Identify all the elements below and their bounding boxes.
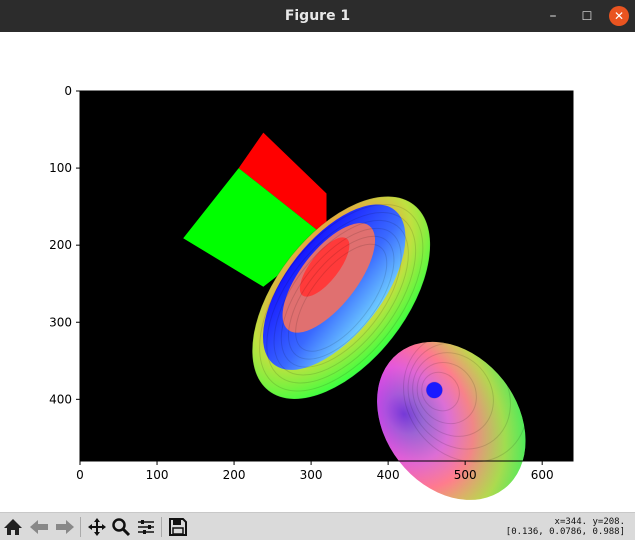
x-tick-label: 0: [76, 468, 84, 482]
coords-xy: x=344. y=208.: [554, 517, 625, 527]
y-tick-label: 200: [49, 238, 72, 252]
x-tick-label: 100: [146, 468, 169, 482]
pan-button[interactable]: [86, 516, 108, 538]
forward-button[interactable]: [54, 516, 76, 538]
maximize-button[interactable]: ☐: [577, 6, 597, 26]
x-tick-label: 400: [377, 468, 400, 482]
y-tick-label: 0: [64, 84, 72, 98]
navigation-toolbar: x=344. y=208. [0.136, 0.0786, 0.988]: [0, 512, 635, 540]
save-button[interactable]: [167, 516, 189, 538]
x-tick-label: 300: [300, 468, 323, 482]
x-tick-label: 600: [531, 468, 554, 482]
y-tick-label: 300: [49, 315, 72, 329]
zoom-magnifier-icon: [112, 518, 131, 537]
save-floppy-icon: [169, 518, 187, 536]
home-button[interactable]: [2, 516, 24, 538]
forward-arrow-icon: [56, 520, 74, 534]
coords-rgb: [0.136, 0.0786, 0.988]: [505, 527, 625, 537]
back-button[interactable]: [28, 516, 50, 538]
pan-move-icon: [88, 518, 106, 536]
plot-svg: 0 100 200 300 400 500 600 0 100 200 300 400: [49, 84, 574, 500]
title-bar: Figure 1 – ☐ ✕: [0, 0, 635, 32]
cursor-coordinates: x=344. y=208. [0.136, 0.0786, 0.988]: [506, 517, 625, 537]
y-tick-label: 400: [49, 392, 72, 406]
toolbar-separator: [161, 517, 162, 537]
configure-subplots-icon: [138, 520, 154, 534]
configure-subplots-button[interactable]: [135, 516, 157, 538]
x-tick-label: 500: [454, 468, 477, 482]
close-button[interactable]: ✕: [609, 6, 629, 26]
zoom-button[interactable]: [110, 516, 132, 538]
back-arrow-icon: [30, 520, 48, 534]
minimize-button[interactable]: –: [543, 6, 563, 26]
x-tick-label: 200: [223, 468, 246, 482]
home-icon: [4, 519, 22, 535]
ellipsoid-highlight: [426, 382, 443, 399]
figure-canvas[interactable]: 0 100 200 300 400 500 600 0 100 200 300 400: [0, 32, 635, 512]
y-tick-label: 100: [49, 161, 72, 175]
window-title: Figure 1: [284, 8, 351, 24]
toolbar-separator: [80, 517, 81, 537]
